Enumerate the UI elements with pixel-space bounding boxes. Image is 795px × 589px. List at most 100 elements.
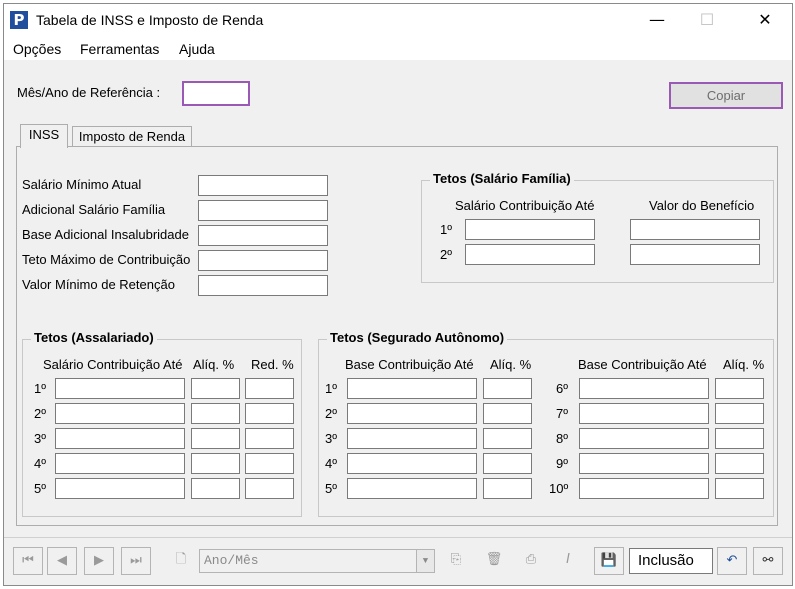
adicional-salario-familia-input[interactable] xyxy=(198,200,328,221)
as-salario-input[interactable] xyxy=(55,478,185,499)
au-row-label: 3º xyxy=(325,431,337,446)
au-base-input[interactable] xyxy=(579,403,709,424)
binoculars-icon: ⚯ xyxy=(762,553,774,568)
copy-button[interactable]: Copiar xyxy=(669,82,783,109)
previous-record-button[interactable]: ◀ xyxy=(47,547,77,575)
maximize-button[interactable]: ☐ xyxy=(684,4,730,36)
au-row-label: 10º xyxy=(549,481,569,496)
copy-icon: ⎘ xyxy=(450,552,462,567)
as-reducao-input[interactable] xyxy=(245,428,294,449)
print-button[interactable]: ⎙ xyxy=(516,547,546,575)
tab-imposto-de-renda[interactable]: Imposto de Renda xyxy=(72,126,192,148)
search-button[interactable]: ⚯ xyxy=(753,547,783,575)
menu-ajuda[interactable]: Ajuda xyxy=(179,41,215,57)
au-base-input[interactable] xyxy=(347,378,477,399)
au-base-input[interactable] xyxy=(579,478,709,499)
next-record-button[interactable]: ▶ xyxy=(84,547,114,575)
delete-icon: 🗑 xyxy=(485,552,503,567)
as-aliquota-input[interactable] xyxy=(191,453,240,474)
au-aliquota-input[interactable] xyxy=(483,378,532,399)
sf-beneficio-input[interactable] xyxy=(630,219,760,240)
au-base-input[interactable] xyxy=(347,428,477,449)
au-aliquota-input[interactable] xyxy=(715,453,764,474)
combo-text: Ano/Mês xyxy=(204,553,259,568)
menu-bar: Opções Ferramentas Ajuda xyxy=(4,36,792,60)
as-reducao-input[interactable] xyxy=(245,453,294,474)
save-button[interactable]: 💾 xyxy=(594,547,624,575)
au-aliquota-input[interactable] xyxy=(483,403,532,424)
sf-salario-input[interactable] xyxy=(465,219,595,240)
au-row-label: 5º xyxy=(325,481,337,496)
au-aliquota-input[interactable] xyxy=(483,428,532,449)
title-bar: P Tabela de INSS e Imposto de Renda — ☐ … xyxy=(4,4,792,36)
au-row-label: 1º xyxy=(325,381,337,396)
as-reducao-input[interactable] xyxy=(245,478,294,499)
au-aliquota-input[interactable] xyxy=(715,403,764,424)
au-aliquota-input[interactable] xyxy=(715,378,764,399)
as-salario-input[interactable] xyxy=(55,428,185,449)
sf-beneficio-input[interactable] xyxy=(630,244,760,265)
maximize-icon: ☐ xyxy=(699,10,715,29)
minimize-icon: — xyxy=(649,10,665,29)
teto-maximo-label: Teto Máximo de Contribuição xyxy=(22,252,191,267)
assalariado-title: Tetos (Assalariado) xyxy=(31,330,157,345)
base-adicional-insalubridade-input[interactable] xyxy=(198,225,328,246)
menu-ferramentas[interactable]: Ferramentas xyxy=(80,41,159,57)
content-area: Mês/Ano de Referência : Copiar INSS Impo… xyxy=(4,60,792,530)
au-col-aliquota-label: Alíq. % xyxy=(723,357,765,372)
as-col-reducao-label: Red. % xyxy=(251,357,294,372)
undo-icon: ↶ xyxy=(726,553,738,568)
delete-button[interactable]: 🗑 xyxy=(479,547,509,575)
menu-opcoes[interactable]: Opções xyxy=(13,41,61,57)
as-salario-input[interactable] xyxy=(55,453,185,474)
close-icon: ✕ xyxy=(758,10,772,29)
sf-salario-input[interactable] xyxy=(465,244,595,265)
au-row-label: 4º xyxy=(325,456,337,471)
salario-minimo-label: Salário Mínimo Atual xyxy=(22,177,142,192)
salario-familia-group: Tetos (Salário Família) Salário Contribu… xyxy=(421,171,774,283)
tab-inss[interactable]: INSS xyxy=(20,124,68,148)
as-salario-input[interactable] xyxy=(55,403,185,424)
chevron-down-icon[interactable]: ▼ xyxy=(416,550,434,572)
close-button[interactable]: ✕ xyxy=(742,4,788,36)
au-base-input[interactable] xyxy=(579,453,709,474)
as-aliquota-input[interactable] xyxy=(191,478,240,499)
as-reducao-input[interactable] xyxy=(245,403,294,424)
au-base-input[interactable] xyxy=(579,428,709,449)
edit-icon: I xyxy=(566,552,570,567)
au-aliquota-input[interactable] xyxy=(483,478,532,499)
as-reducao-input[interactable] xyxy=(245,378,294,399)
ano-mes-combo[interactable]: Ano/Mês ▼ xyxy=(199,549,435,573)
au-aliquota-input[interactable] xyxy=(483,453,532,474)
as-row-label: 5º xyxy=(34,481,46,496)
sf-col-salario-label: Salário Contribuição Até xyxy=(455,198,595,213)
au-base-input[interactable] xyxy=(347,478,477,499)
reference-label: Mês/Ano de Referência : xyxy=(17,85,161,100)
sf-row-label: 2º xyxy=(440,247,452,262)
au-aliquota-input[interactable] xyxy=(715,428,764,449)
reference-input[interactable] xyxy=(182,81,250,106)
au-base-input[interactable] xyxy=(347,403,477,424)
assalariado-group: Tetos (Assalariado) Salário Contribuição… xyxy=(22,330,302,517)
copy-record-button[interactable]: ⎘ xyxy=(441,547,471,575)
as-salario-input[interactable] xyxy=(55,378,185,399)
valor-minimo-retencao-input[interactable] xyxy=(198,275,328,296)
salario-minimo-input[interactable] xyxy=(198,175,328,196)
last-record-button[interactable]: ⏭ xyxy=(121,547,151,575)
minimize-button[interactable]: — xyxy=(634,4,680,36)
first-record-button[interactable]: ⏮ xyxy=(13,547,43,575)
undo-button[interactable]: ↶ xyxy=(717,547,747,575)
new-document-icon: 🗋 xyxy=(175,552,187,567)
teto-maximo-input[interactable] xyxy=(198,250,328,271)
new-document-button[interactable]: 🗋 xyxy=(166,547,196,575)
adicional-salario-familia-label: Adicional Salário Família xyxy=(22,202,166,217)
edit-button[interactable]: I xyxy=(553,547,583,575)
au-aliquota-input[interactable] xyxy=(715,478,764,499)
au-base-input[interactable] xyxy=(347,453,477,474)
as-row-label: 2º xyxy=(34,406,46,421)
save-icon: 💾 xyxy=(600,553,618,568)
as-aliquota-input[interactable] xyxy=(191,403,240,424)
as-aliquota-input[interactable] xyxy=(191,428,240,449)
as-aliquota-input[interactable] xyxy=(191,378,240,399)
au-base-input[interactable] xyxy=(579,378,709,399)
